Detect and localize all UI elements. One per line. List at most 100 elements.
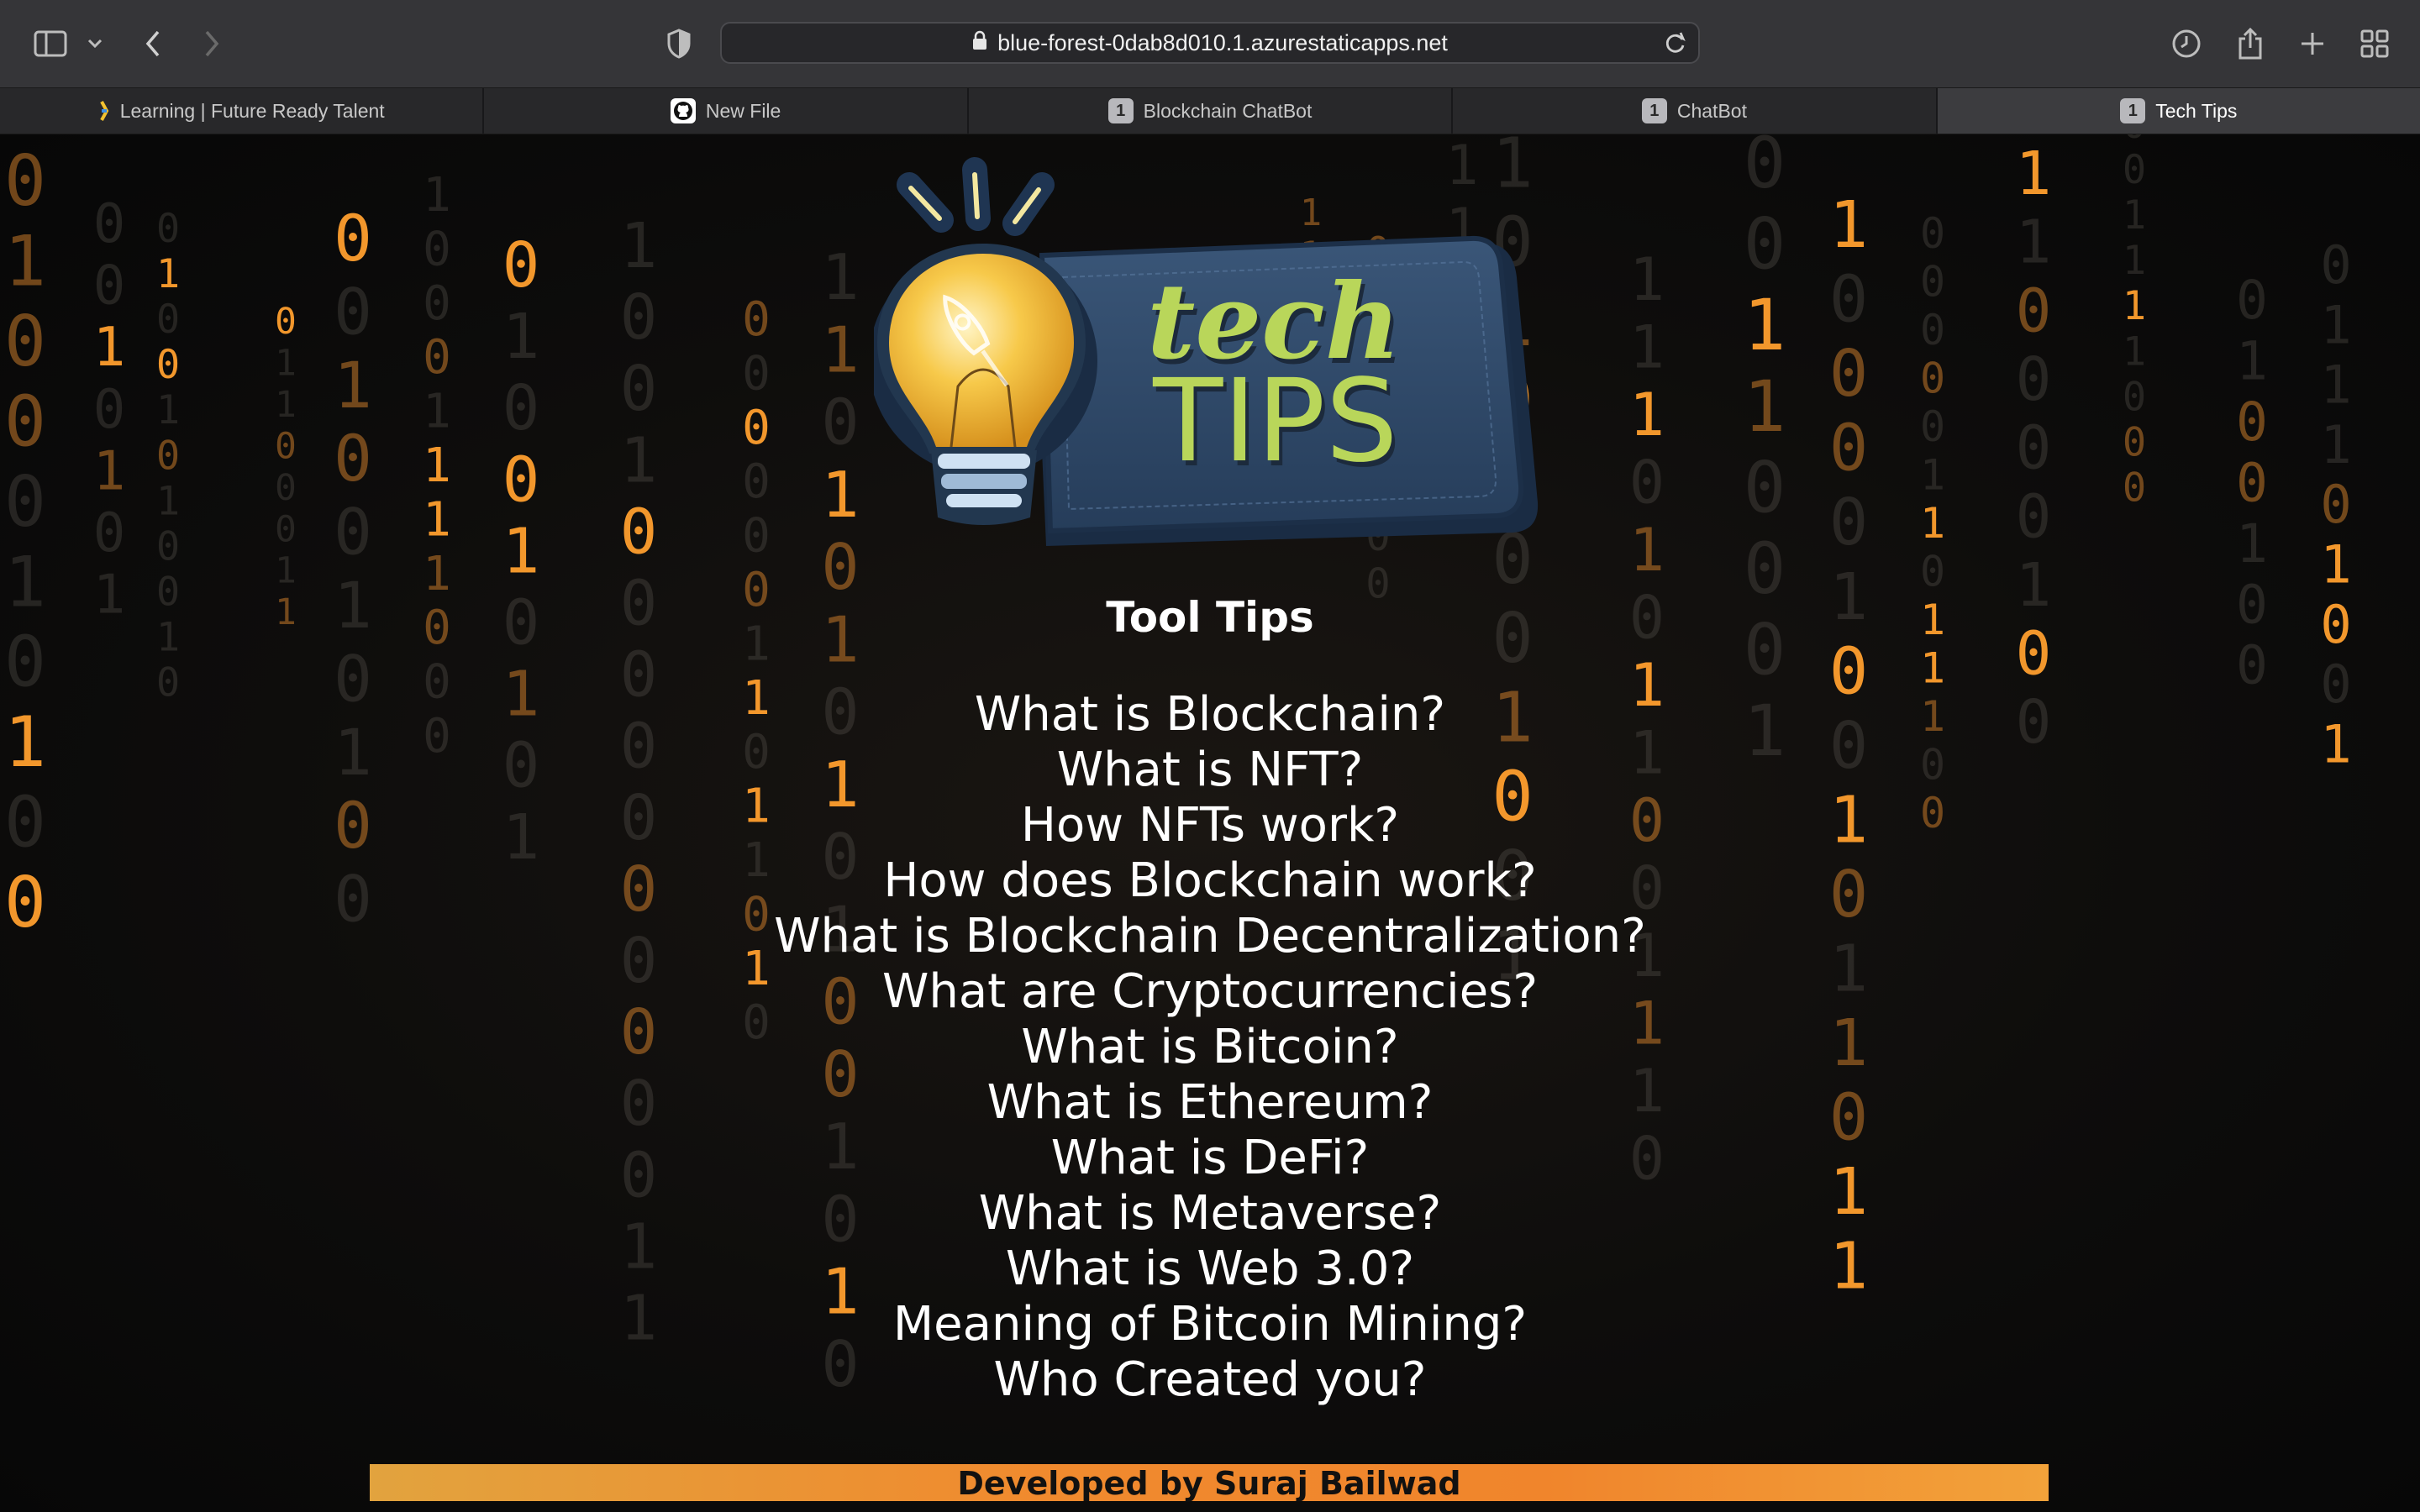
page-title: Tool Tips	[1106, 593, 1314, 642]
tab-tech-tips[interactable]: 1 Tech Tips	[1937, 88, 2420, 134]
binary-digit: 0	[2236, 452, 2268, 513]
tab-new-file[interactable]: New File	[484, 88, 969, 134]
tip-link-blockchain-work[interactable]: How does Blockchain work?	[0, 853, 2420, 909]
tip-link-metaverse[interactable]: What is Metaverse?	[0, 1186, 2420, 1242]
binary-digit: 1	[156, 251, 180, 297]
binary-digit: 1	[156, 387, 180, 433]
back-icon[interactable]	[129, 20, 176, 67]
binary-digit: 0	[4, 301, 46, 382]
binary-digit: 0	[742, 401, 771, 455]
binary-digit: 0	[742, 292, 771, 347]
binary-digit: 0	[502, 444, 540, 516]
binary-digit: 1	[275, 384, 297, 426]
reload-icon[interactable]	[1665, 32, 1686, 61]
learning-favicon-icon	[98, 98, 110, 123]
binary-digit: 0	[1744, 203, 1786, 286]
binary-digit: 0	[502, 372, 540, 444]
tip-link-decentralization[interactable]: What is Blockchain Decentralization?	[0, 909, 2420, 964]
binary-digit: 1	[2016, 207, 2052, 277]
binary-digit: 1	[423, 492, 451, 547]
tab-label: New File	[705, 99, 781, 122]
forward-icon[interactable]	[188, 20, 235, 67]
binary-digit: 1	[1629, 245, 1665, 314]
tip-link-nfts-work[interactable]: How NFTs work?	[0, 798, 2420, 853]
binary-digit: 1	[2016, 139, 2052, 208]
tip-link-who-created[interactable]: Who Created you?	[0, 1352, 2420, 1408]
binary-digit: 1	[1744, 284, 1786, 366]
binary-digit: 1	[423, 168, 451, 223]
tech-tips-logo: tech tech TIPS TIPS	[874, 157, 1539, 546]
tab-learning[interactable]: Learning | Future Ready Talent	[0, 88, 485, 134]
tip-link-blockchain[interactable]: What is Blockchain?	[0, 687, 2420, 743]
binary-digit: 1	[821, 240, 859, 314]
tab-favicon-icon: 1	[1641, 98, 1667, 123]
binary-digit: 1	[2236, 330, 2268, 391]
tab-label: Blockchain ChatBot	[1143, 99, 1313, 122]
binary-digit: 0	[620, 353, 658, 425]
binary-digit: 0	[156, 206, 180, 252]
binary-digit: 0	[334, 421, 372, 496]
binary-digit: 1	[1629, 313, 1665, 382]
new-tab-plus-icon[interactable]	[2289, 20, 2336, 67]
tab-overview-icon[interactable]	[2351, 20, 2398, 67]
history-clock-icon[interactable]	[2163, 20, 2210, 67]
binary-digit: 1	[821, 458, 859, 532]
binary-digit: 0	[423, 222, 451, 276]
binary-digit: 0	[2236, 270, 2268, 331]
lock-icon	[972, 30, 987, 56]
binary-digit: 1	[275, 342, 297, 384]
tab-blockchain-chatbot[interactable]: 1 Blockchain ChatBot	[969, 88, 1454, 134]
binary-digit: 0	[2016, 344, 2052, 414]
binary-digit: 0	[93, 379, 126, 441]
binary-digit: 0	[1829, 486, 1868, 560]
binary-digit: 0	[334, 201, 372, 276]
binary-digit: 1	[93, 440, 126, 502]
browser-toolbar: blue-forest-0dab8d010.1.azurestaticapps.…	[0, 0, 2420, 87]
binary-digit: 1	[821, 312, 859, 386]
tab-chatbot[interactable]: 1 ChatBot	[1453, 88, 1938, 134]
binary-digit: 0	[502, 229, 540, 302]
binary-digit: 0	[423, 276, 451, 331]
tip-link-ethereum[interactable]: What is Ethereum?	[0, 1075, 2420, 1131]
binary-digit: 1	[502, 301, 540, 373]
binary-digit: 1	[620, 210, 658, 282]
binary-digit: 1	[275, 550, 297, 592]
binary-digit: 0	[93, 255, 126, 318]
chevron-down-icon[interactable]	[74, 20, 116, 67]
binary-digit: 0	[275, 301, 297, 343]
binary-digit: 0	[93, 502, 126, 564]
tip-link-defi[interactable]: What is DeFi?	[0, 1131, 2420, 1186]
binary-digit: 0	[1920, 258, 1945, 307]
binary-digit: 0	[2320, 474, 2351, 535]
sidebar-toggle-icon[interactable]	[27, 20, 74, 67]
tip-link-bitcoin-mining[interactable]: Meaning of Bitcoin Mining?	[0, 1297, 2420, 1352]
github-icon	[670, 98, 696, 123]
binary-digit: 0	[275, 467, 297, 509]
binary-digit: 0	[2123, 134, 2146, 148]
binary-digit: 1	[2123, 238, 2146, 284]
tab-label: Learning | Future Ready Talent	[119, 99, 385, 122]
binary-digit: 0	[156, 523, 180, 570]
binary-digit: 1	[2123, 283, 2146, 329]
binary-digit: 1	[2320, 294, 2351, 355]
share-icon[interactable]	[2227, 20, 2274, 67]
binary-digit: 0	[2236, 391, 2268, 453]
binary-digit: 1	[423, 385, 451, 439]
binary-digit: 0	[821, 386, 859, 459]
tip-link-web3[interactable]: What is Web 3.0?	[0, 1242, 2420, 1297]
tip-link-cryptocurrencies[interactable]: What are Cryptocurrencies?	[0, 964, 2420, 1020]
binary-digit: 1	[156, 478, 180, 524]
binary-digit: 1	[620, 424, 658, 496]
binary-digit: 0	[4, 381, 46, 462]
binary-digit: 0	[1920, 306, 1945, 354]
binary-digit: 0	[275, 508, 297, 550]
logo-text-tips: TIPS	[1152, 355, 1398, 488]
tip-link-nft[interactable]: What is NFT?	[0, 743, 2420, 798]
privacy-shield-icon[interactable]	[655, 20, 702, 67]
tab-label: Tech Tips	[2155, 99, 2238, 122]
tip-link-bitcoin[interactable]: What is Bitcoin?	[0, 1020, 2420, 1075]
tips-link-list: What is Blockchain? What is NFT? How NFT…	[0, 687, 2420, 1408]
binary-digit: 1	[2320, 414, 2351, 475]
address-bar[interactable]: blue-forest-0dab8d010.1.azurestaticapps.…	[720, 22, 1700, 64]
binary-digit: 0	[2016, 276, 2052, 345]
